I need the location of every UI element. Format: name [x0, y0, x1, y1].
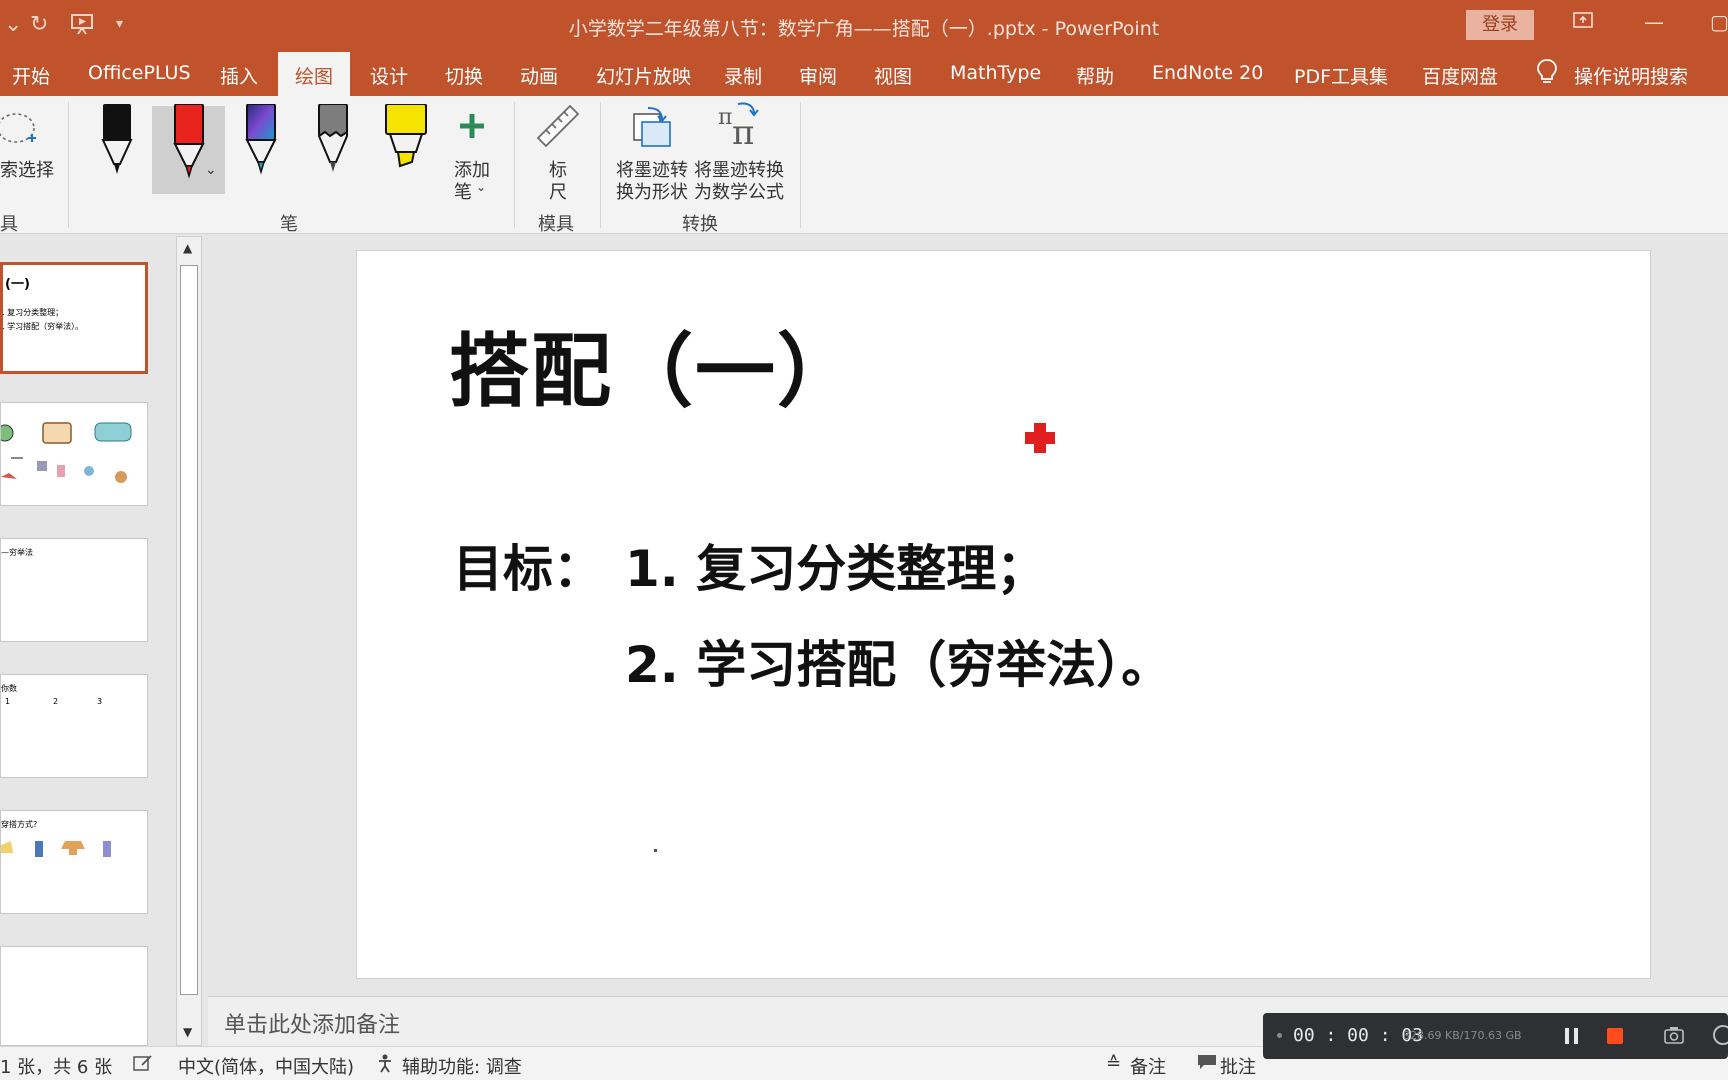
tools-group-label: 具 [0, 214, 18, 235]
thumbnail-scrollbar[interactable]: ▲ ▼ [176, 236, 202, 1046]
tab-design[interactable]: 设计 [370, 62, 408, 89]
notes-button[interactable]: 备注 [1130, 1053, 1166, 1079]
slide-thumbnail-3[interactable]: —穷举法 [0, 538, 148, 642]
chevron-down-icon[interactable]: ⌄ [476, 180, 486, 194]
tab-baidu-netdisk[interactable]: 百度网盘 [1422, 62, 1498, 89]
thumb-line: 1. 复习分类整理； [0, 308, 64, 317]
tab-review[interactable]: 审阅 [799, 62, 837, 89]
notes-placeholder[interactable]: 单击此处添加备注 [224, 1007, 400, 1039]
thumb-clothes [1, 841, 111, 857]
ink-to-shape-label-2[interactable]: 换为形状 [616, 178, 688, 204]
ribbon-tabs: 开始 OfficePLUS 插入 绘图 设计 切换 动画 幻灯片放映 录制 审阅… [0, 48, 1728, 96]
settings-icon[interactable] [1713, 1025, 1728, 1045]
lasso-icon[interactable] [0, 106, 42, 154]
thumb-text: 你数 [1, 684, 17, 693]
divider [600, 102, 601, 228]
slide-thumbnail-1[interactable]: (一) 1. 复习分类整理； 2. 学习搭配（穷举法）。 [0, 262, 148, 374]
add-pen-label-2[interactable]: 笔 [454, 178, 472, 204]
thumb-line: 2. 学习搭配（穷举法）。 [0, 322, 84, 331]
tab-draw[interactable]: 绘图 [278, 52, 351, 96]
thumb-clipart [1, 422, 132, 483]
ruler-icon[interactable] [534, 102, 582, 154]
powerpoint-window: ⌄ ↻ ▾ 小学数学二年级第八节：数学广角——搭配（一）.pptx - Powe… [0, 0, 1728, 1080]
slide-thumbnail-4[interactable]: 你数 1 2 3 [0, 674, 148, 778]
recording-size: 328.69 KB/170.63 GB [1403, 1029, 1522, 1042]
tab-view[interactable]: 视图 [874, 62, 912, 89]
goal-label[interactable]: 目标： [453, 529, 603, 601]
comments-button[interactable]: 批注 [1220, 1053, 1256, 1079]
lightbulb-icon [1536, 58, 1558, 91]
language-status[interactable]: 中文(简体，中国大陆) [178, 1053, 354, 1079]
goal-item-2[interactable]: 2. 学习搭配（穷举法）。 [625, 625, 1171, 697]
convert-group-label: 转换 [682, 214, 718, 235]
thumb-title: (一) [5, 277, 30, 292]
ink-to-math-label-2[interactable]: 为数学公式 [694, 178, 784, 204]
ink-dot [654, 849, 657, 852]
slide-thumbnail-2[interactable] [0, 402, 148, 506]
tab-home[interactable]: 开始 [12, 62, 50, 89]
tab-pdf-tools[interactable]: PDF工具集 [1294, 62, 1388, 89]
screenshot-icon[interactable] [1663, 1025, 1685, 1049]
add-pen-icon[interactable] [456, 110, 488, 146]
tab-record[interactable]: 录制 [724, 62, 762, 89]
slide-thumbnail-6[interactable] [0, 946, 148, 1046]
tab-help[interactable]: 帮助 [1076, 62, 1114, 89]
goal-item-1[interactable]: 1. 复习分类整理； [625, 529, 1046, 601]
pen-black-icon[interactable] [100, 104, 134, 182]
tab-mathtype[interactable]: MathType [950, 62, 1041, 84]
screen-recorder-toolbar: 00 : 00 : 03 328.69 KB/170.63 GB [1263, 1013, 1728, 1059]
accessibility-icon[interactable] [376, 1053, 398, 1078]
red-cross-cursor-icon [1023, 421, 1057, 459]
scrollbar-thumb[interactable] [180, 265, 198, 995]
svg-text:π: π [732, 113, 754, 150]
pencil-icon[interactable] [316, 103, 350, 182]
thumb-number: 2 [53, 697, 59, 706]
tab-endnote[interactable]: EndNote 20 [1152, 62, 1263, 84]
highlighter-icon[interactable] [384, 103, 428, 180]
divider [514, 102, 515, 228]
scroll-up-icon[interactable]: ▲ [183, 241, 192, 255]
divider [800, 102, 801, 228]
slide-thumbnails-pane: (一) 1. 复习分类整理； 2. 学习搭配（穷举法）。 —穷举法 你数 1 2… [0, 234, 204, 1046]
comments-icon[interactable] [1196, 1053, 1218, 1076]
stop-icon[interactable] [1606, 1027, 1624, 1049]
lasso-select-label[interactable]: 索选择 [0, 156, 54, 182]
slide-count: 1 张，共 6 张 [0, 1057, 113, 1078]
tab-animations[interactable]: 动画 [520, 62, 558, 89]
pens-group-label: 笔 [280, 214, 298, 235]
thumb-text: —穷举法 [1, 548, 33, 557]
tell-me-search[interactable]: 操作说明搜索 [1574, 62, 1688, 89]
slide-title[interactable]: 搭配（一） [449, 307, 859, 423]
ribbon-display-icon[interactable] [1572, 10, 1594, 35]
slide-canvas[interactable]: 搭配（一） 目标： 1. 复习分类整理； 2. 学习搭配（穷举法）。 [356, 250, 1651, 979]
scroll-down-icon[interactable]: ▼ [183, 1025, 192, 1039]
accessibility-status[interactable]: 辅助功能: 调查 [402, 1053, 522, 1079]
tab-officeplus[interactable]: OfficePLUS [88, 62, 191, 84]
thumb-number: 3 [97, 697, 103, 706]
tab-insert[interactable]: 插入 [220, 62, 258, 89]
maximize-icon[interactable]: ▢ [1710, 10, 1728, 34]
ribbon-draw: 索选择 具 ⌄ 添加 笔 ⌄ 笔 标 尺 模具 将墨迹转 换为形状 π π 将墨… [0, 96, 1728, 235]
notes-icon[interactable]: ≙ [1106, 1053, 1121, 1074]
tab-slideshow[interactable]: 幻灯片放映 [596, 62, 691, 89]
ruler-label-2[interactable]: 尺 [549, 178, 567, 204]
ink-to-shape-icon[interactable] [628, 104, 674, 154]
tab-transitions[interactable]: 切换 [445, 62, 483, 89]
record-indicator-icon [1277, 1033, 1282, 1038]
svg-text:π: π [718, 105, 732, 130]
title-bar: ⌄ ↻ ▾ 小学数学二年级第八节：数学广角——搭配（一）.pptx - Powe… [0, 0, 1728, 48]
slide-thumbnail-5[interactable]: 穿搭方式? [0, 810, 148, 914]
ink-to-math-icon[interactable]: ππ [716, 100, 766, 154]
login-button[interactable]: 登录 [1466, 10, 1534, 40]
stencils-group-label: 模具 [538, 214, 574, 235]
pen-red-icon[interactable] [172, 103, 206, 184]
divider [68, 102, 69, 228]
pen-galaxy-icon[interactable] [244, 103, 278, 182]
thumb-number: 1 [5, 697, 11, 706]
minimize-icon[interactable]: — [1644, 10, 1664, 34]
spell-check-icon[interactable] [132, 1053, 154, 1078]
pause-icon[interactable] [1563, 1027, 1581, 1049]
chevron-down-icon[interactable]: ⌄ [205, 162, 217, 178]
